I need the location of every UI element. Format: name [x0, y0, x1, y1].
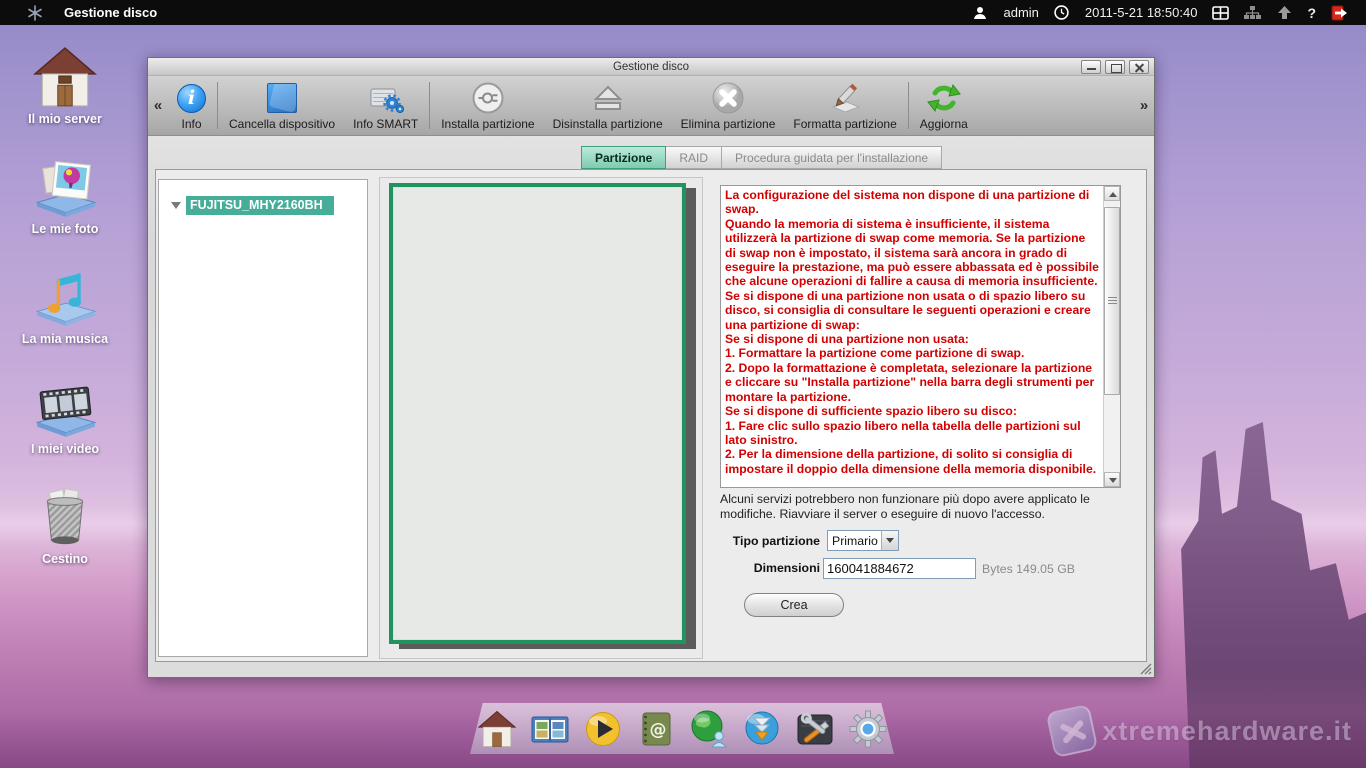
minimize-button[interactable] — [1081, 60, 1101, 74]
watermark-x-logo — [1046, 704, 1099, 758]
toolbar-separator — [217, 82, 218, 129]
clock-icon — [1053, 4, 1071, 22]
toolbar-button-eject-partition[interactable]: Disinstalla partizione — [544, 76, 672, 135]
toolbar-button-smart-info[interactable]: Info SMART — [344, 76, 427, 135]
photo-album-icon[interactable] — [529, 708, 571, 750]
scrollbar-grip — [1108, 297, 1117, 305]
partition-size-input[interactable] — [823, 558, 976, 579]
up-arrow-icon[interactable] — [1275, 4, 1293, 22]
download-globe-icon[interactable] — [741, 708, 783, 750]
swap-warning-text: La configurazione del sistema non dispon… — [721, 186, 1103, 487]
desktop-screen: Gestione disco admin 2011-5-21 18:50:40 … — [0, 0, 1366, 768]
window-toolbar: « i Info Cancella dispositivo Info SMART — [148, 76, 1154, 136]
toolbar-button-refresh[interactable]: Aggiorna — [911, 76, 977, 135]
address-book-icon[interactable]: @ — [635, 708, 677, 750]
grid-icon[interactable] — [1211, 4, 1229, 22]
close-button[interactable] — [1129, 60, 1149, 74]
smart-info-icon — [368, 79, 404, 117]
mount-partition-icon — [470, 79, 506, 117]
svg-text:@: @ — [649, 720, 666, 740]
window-resize-grip[interactable] — [1138, 661, 1152, 675]
partition-type-label: Tipo partizione — [720, 534, 820, 548]
tab-raid[interactable]: RAID — [666, 146, 722, 169]
window-controls — [1081, 60, 1149, 74]
partition-size-label: Dimensioni — [720, 561, 820, 575]
toolbar-button-format-partition[interactable]: Formatta partizione — [784, 76, 905, 135]
toolbar-collapse-left[interactable]: « — [148, 76, 168, 135]
app-title: Gestione disco — [64, 5, 157, 20]
toolbar-button-delete-partition[interactable]: Elimina partizione — [672, 76, 785, 135]
network-globe-icon[interactable] — [688, 708, 730, 750]
tab-strip: Partizione RAID Procedura guidata per l'… — [581, 146, 942, 170]
partition-type-select[interactable]: Primario — [827, 530, 899, 551]
partition-map-panel — [379, 177, 703, 659]
scroll-down-button[interactable] — [1104, 472, 1120, 487]
settings-gear-icon[interactable] — [847, 708, 889, 750]
watermark-text: xtremehardware.it — [1102, 716, 1352, 747]
select-dropdown-button[interactable] — [881, 531, 898, 550]
partition-size-suffix: Bytes 149.05 GB — [982, 562, 1075, 576]
topbar-status-area: admin 2011-5-21 18:50:40 ? — [971, 4, 1348, 22]
help-icon[interactable]: ? — [1307, 5, 1316, 21]
info-icon: i — [177, 79, 206, 117]
device-name[interactable]: FUJITSU_MHY2160BH — [186, 196, 334, 215]
free-space-region[interactable] — [389, 183, 686, 644]
delete-partition-icon — [710, 79, 746, 117]
videos-icon — [8, 368, 122, 438]
disk-management-window: Gestione disco « i Info Cancella disposi… — [147, 57, 1155, 678]
trash-icon — [8, 478, 122, 548]
desktop-icon-label: Il mio server — [8, 112, 122, 126]
device-tree-item[interactable]: FUJITSU_MHY2160BH — [171, 196, 334, 215]
toolbar-separator — [908, 82, 909, 129]
refresh-icon — [926, 79, 962, 117]
dock: @ — [470, 703, 894, 754]
swap-warning-box: La configurazione del sistema non dispon… — [720, 185, 1121, 488]
system-logo-icon[interactable] — [26, 4, 44, 22]
desktop-icon-my-photos[interactable]: Le mie foto — [8, 148, 122, 236]
photos-icon — [8, 148, 122, 218]
tab-installation-wizard[interactable]: Procedura guidata per l'installazione — [722, 146, 942, 169]
desktop-icon-my-videos[interactable]: I miei video — [8, 368, 122, 456]
maximize-button[interactable] — [1105, 60, 1125, 74]
top-menu-bar: Gestione disco admin 2011-5-21 18:50:40 … — [0, 0, 1366, 25]
toolbar-button-mount-partition[interactable]: Installa partizione — [432, 76, 543, 135]
desktop-icon-my-server[interactable]: Il mio server — [8, 38, 122, 126]
partition-type-value: Primario — [828, 534, 881, 548]
scrollbar-thumb[interactable] — [1104, 207, 1120, 395]
desktop-icon-label: I miei video — [8, 442, 122, 456]
tab-partizione[interactable]: Partizione — [581, 146, 666, 169]
username-label: admin — [1003, 5, 1038, 20]
scroll-up-button[interactable] — [1104, 186, 1120, 201]
tree-expand-caret[interactable] — [171, 202, 181, 209]
media-player-icon[interactable] — [582, 708, 624, 750]
toolbar-separator — [429, 82, 430, 129]
format-partition-icon — [827, 79, 863, 117]
warning-scrollbar[interactable] — [1103, 186, 1120, 487]
desktop-icon-my-music[interactable]: La mia musica — [8, 258, 122, 346]
tree-view-icon[interactable] — [1243, 4, 1261, 22]
disk-tools-icon[interactable] — [794, 708, 836, 750]
erase-device-icon — [267, 79, 297, 117]
home-icon — [8, 38, 122, 108]
user-icon — [971, 4, 989, 22]
desktop-icon-trash[interactable]: Cestino — [8, 478, 122, 566]
watermark: xtremehardware.it — [1050, 708, 1352, 754]
datetime-label: 2011-5-21 18:50:40 — [1085, 5, 1198, 20]
window-title: Gestione disco — [613, 61, 689, 73]
device-tree-panel: FUJITSU_MHY2160BH — [158, 179, 368, 657]
toolbar-button-info[interactable]: i Info — [168, 76, 215, 135]
create-button[interactable]: Crea — [744, 593, 844, 617]
logout-icon[interactable] — [1330, 4, 1348, 22]
window-content: FUJITSU_MHY2160BH La configurazione del … — [155, 169, 1147, 662]
desktop-icon-label: Le mie foto — [8, 222, 122, 236]
home-icon[interactable] — [476, 708, 518, 750]
eject-partition-icon — [590, 79, 626, 117]
window-titlebar[interactable]: Gestione disco — [148, 58, 1154, 76]
toolbar-button-erase-device[interactable]: Cancella dispositivo — [220, 76, 344, 135]
services-note: Alcuni servizi potrebbero non funzionare… — [720, 492, 1119, 522]
toolbar-collapse-right[interactable]: » — [1134, 76, 1154, 135]
music-icon — [8, 258, 122, 328]
desktop-icon-label: Cestino — [8, 552, 122, 566]
desktop-icon-label: La mia musica — [8, 332, 122, 346]
